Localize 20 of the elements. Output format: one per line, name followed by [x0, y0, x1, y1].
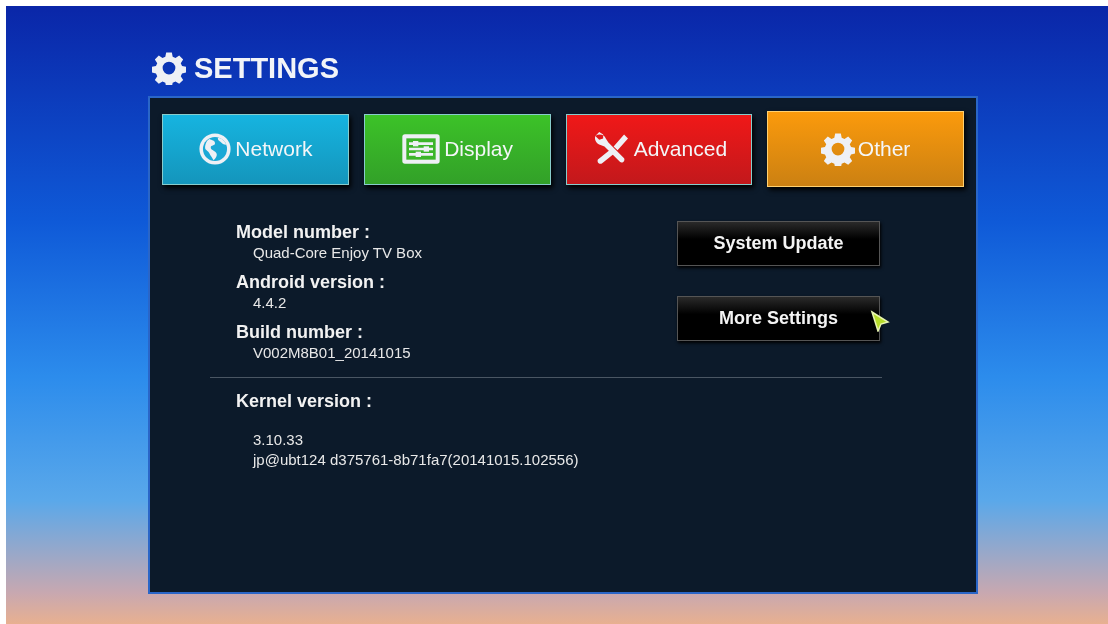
info-value: 3.10.33: [252, 430, 305, 450]
info-value: V002M8B01_20141015: [252, 343, 412, 363]
gear-icon: [820, 132, 855, 166]
info-label: Android version :: [236, 271, 386, 293]
info-value: 4.4.2: [252, 293, 288, 313]
page-title: SETTINGS: [194, 51, 339, 85]
globe-icon: [198, 132, 233, 166]
info-label: Kernel version :: [236, 390, 374, 412]
info-value: Quad-Core Enjoy TV Box: [252, 243, 423, 263]
gear-icon: [152, 51, 186, 85]
info-value: jp@ubt124 d375761-8b71fa7(20141015.102556): [251, 450, 580, 470]
category-tab[interactable]: Display: [363, 113, 551, 185]
action-button[interactable]: System Update: [677, 221, 880, 266]
action-button[interactable]: More Settings: [677, 296, 880, 341]
info-label: Model number :: [236, 221, 371, 243]
category-tab[interactable]: Advanced: [565, 113, 753, 185]
sliders-icon: [401, 132, 442, 166]
category-tab[interactable]: Other: [767, 111, 964, 187]
category-tab[interactable]: Network: [162, 113, 349, 185]
info-label: Build number :: [236, 321, 364, 343]
